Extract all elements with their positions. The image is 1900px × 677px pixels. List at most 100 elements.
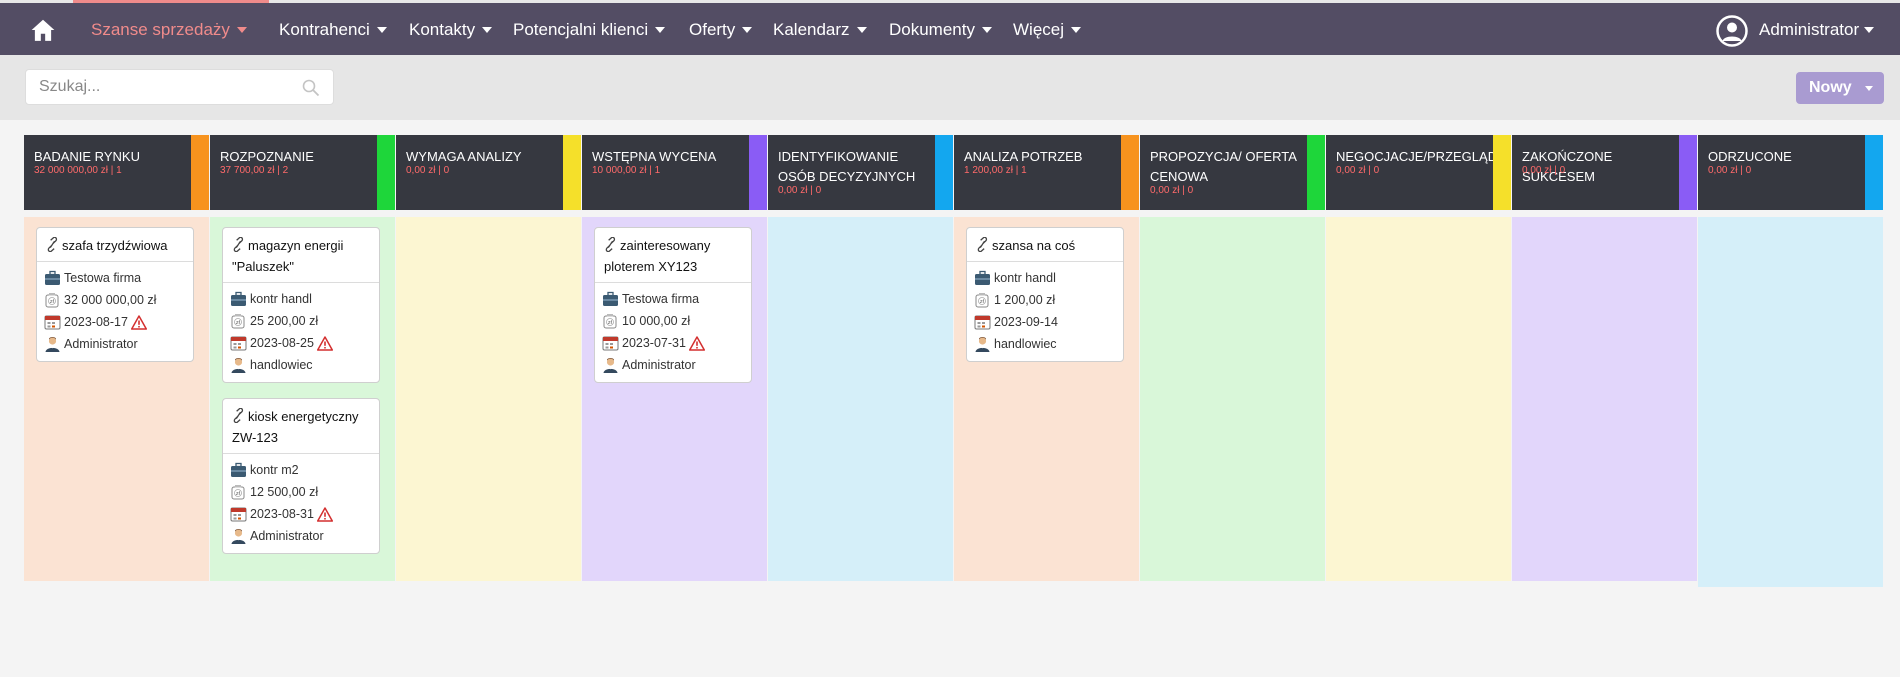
column-header[interactable]: WSTĘPNA WYCENA 10 000,00 zł | 1 bbox=[582, 135, 767, 210]
column-title: BADANIE RYNKU bbox=[34, 149, 140, 164]
svg-text:zł: zł bbox=[50, 299, 55, 305]
card-amount: 25 200,00 zł bbox=[250, 314, 319, 328]
card-amount: 12 500,00 zł bbox=[250, 485, 319, 499]
column-header[interactable]: NEGOCJACJE/PRZEGLĄD 0,00 zł | 0 bbox=[1326, 135, 1511, 210]
card-title-text: zainteresowany ploterem XY123 bbox=[604, 238, 711, 274]
card-title[interactable]: szafa trzydźwiowa bbox=[37, 228, 193, 262]
money-bag-icon: zł bbox=[230, 484, 247, 500]
active-tab-indicator bbox=[73, 0, 269, 3]
column-header[interactable]: ROZPOZNANIE 37 700,00 zł | 2 bbox=[210, 135, 395, 210]
nav-item-contacts[interactable]: Kontakty bbox=[409, 20, 493, 40]
calendar-icon bbox=[602, 335, 619, 351]
column-body bbox=[1512, 217, 1697, 581]
user-menu[interactable]: Administrator bbox=[1759, 20, 1875, 40]
card-owner-row: handlowiec bbox=[974, 333, 1117, 355]
column-title: WYMAGA ANALIZY bbox=[406, 149, 522, 164]
user-avatar-icon[interactable] bbox=[1716, 15, 1748, 47]
card-owner: handlowiec bbox=[250, 358, 313, 372]
card-amount: 32 000 000,00 zł bbox=[64, 293, 157, 307]
nav-item-calendar[interactable]: Kalendarz bbox=[773, 20, 867, 40]
kanban-column: NEGOCJACJE/PRZEGLĄD 0,00 zł | 0 bbox=[1326, 135, 1511, 581]
card-title[interactable]: zainteresowany ploterem XY123 bbox=[595, 228, 751, 283]
column-header[interactable]: BADANIE RYNKU 32 000 000,00 zł | 1 bbox=[24, 135, 209, 210]
card-date-row: 2023-08-25 bbox=[230, 332, 373, 354]
svg-text:zł: zł bbox=[236, 491, 241, 497]
card-title[interactable]: szansa na coś bbox=[967, 228, 1123, 262]
card-title[interactable]: magazyn energii "Paluszek" bbox=[223, 228, 379, 283]
money-bag-icon: zł bbox=[602, 313, 619, 329]
card-company: Testowa firma bbox=[64, 271, 142, 285]
company-icon bbox=[974, 270, 991, 286]
nav-item-sales-opportunities[interactable]: Szanse sprzedaży bbox=[91, 20, 247, 40]
card-owner-row: Administrator bbox=[44, 333, 187, 355]
opportunity-card[interactable]: kiosk energetyczny ZW-123 kontr m2 zł 12 50… bbox=[222, 398, 380, 554]
nav-item-contractors[interactable]: Kontrahenci bbox=[279, 20, 387, 40]
card-amount-row: zł 1 200,00 zł bbox=[974, 289, 1117, 311]
column-header[interactable]: WYMAGA ANALIZY 0,00 zł | 0 bbox=[396, 135, 581, 210]
column-body bbox=[768, 217, 953, 581]
column-body bbox=[1326, 217, 1511, 581]
card-owner: Administrator bbox=[64, 337, 138, 351]
card-amount: 10 000,00 zł bbox=[622, 314, 691, 328]
column-summary: 0,00 zł | 0 bbox=[1150, 185, 1194, 196]
column-header[interactable]: IDENTYFIKOWANIE OSÓB DECYZYJNYCH 0,00 zł … bbox=[768, 135, 953, 210]
search-input[interactable] bbox=[26, 70, 276, 104]
chevron-down-icon bbox=[236, 26, 247, 33]
column-body: zainteresowany ploterem XY123 Testowa fir… bbox=[582, 217, 767, 581]
nav-item-more[interactable]: Więcej bbox=[1013, 20, 1082, 40]
new-button[interactable]: Nowy bbox=[1796, 72, 1884, 104]
chevron-down-icon bbox=[1865, 86, 1873, 91]
user-icon bbox=[602, 357, 619, 373]
card-amount-row: zł 25 200,00 zł bbox=[230, 310, 373, 332]
warning-icon bbox=[130, 314, 148, 330]
money-bag-icon: zł bbox=[974, 292, 991, 308]
card-company: kontr handl bbox=[250, 292, 312, 306]
home-icon[interactable] bbox=[30, 17, 56, 43]
company-icon bbox=[602, 291, 619, 307]
card-details: kontr handl zł 1 200,00 zł 2023-09-14 handlo… bbox=[967, 262, 1123, 361]
card-date-row: 2023-08-17 bbox=[44, 311, 187, 333]
company-icon bbox=[230, 462, 247, 478]
card-date-row: 2023-09-14 bbox=[974, 311, 1117, 333]
column-header[interactable]: PROPOZYCJA/ OFERTA CENOWA 0,00 zł | 0 bbox=[1140, 135, 1325, 210]
user-icon bbox=[230, 528, 247, 544]
column-color-stripe bbox=[1493, 135, 1511, 210]
kanban-column: BADANIE RYNKU 32 000 000,00 zł | 1 szafa t… bbox=[24, 135, 209, 581]
opportunity-card[interactable]: zainteresowany ploterem XY123 Testowa fir… bbox=[594, 227, 752, 383]
nav-item-documents[interactable]: Dokumenty bbox=[889, 20, 992, 40]
card-owner-row: Administrator bbox=[230, 525, 373, 547]
chevron-down-icon bbox=[856, 26, 867, 33]
card-company: kontr handl bbox=[994, 271, 1056, 285]
column-color-stripe bbox=[563, 135, 581, 210]
opportunity-card[interactable]: magazyn energii "Paluszek" kontr handl zł 2… bbox=[222, 227, 380, 383]
card-details: Testowa firma zł 32 000 000,00 zł 2023-08-1… bbox=[37, 262, 193, 361]
search-icon[interactable] bbox=[301, 78, 321, 98]
nav-item-offers[interactable]: Oferty bbox=[689, 20, 753, 40]
column-body bbox=[396, 217, 581, 581]
kanban-column: PROPOZYCJA/ OFERTA CENOWA 0,00 zł | 0 bbox=[1140, 135, 1325, 581]
column-color-stripe bbox=[1865, 135, 1883, 210]
card-details: kontr m2 zł 12 500,00 zł 2023-08-31 Administ… bbox=[223, 454, 379, 553]
svg-text:zł: zł bbox=[236, 320, 241, 326]
column-header[interactable]: ANALIZA POTRZEB 1 200,00 zł | 1 bbox=[954, 135, 1139, 210]
kanban-column: ANALIZA POTRZEB 1 200,00 zł | 1 szansa na … bbox=[954, 135, 1139, 581]
card-date: 2023-09-14 bbox=[994, 315, 1058, 329]
link-icon bbox=[46, 236, 59, 253]
column-summary: 0,00 zł | 0 bbox=[1336, 165, 1380, 176]
warning-icon bbox=[316, 335, 334, 351]
search-box bbox=[25, 69, 334, 105]
opportunity-card[interactable]: szafa trzydźwiowa Testowa firma zł 32 000 0… bbox=[36, 227, 194, 362]
column-header[interactable]: ODRZUCONE 0,00 zł | 0 bbox=[1698, 135, 1883, 210]
card-owner-row: Administrator bbox=[602, 354, 745, 376]
column-header[interactable]: ZAKOŃCZONE SUKCESEM 0,00 zł | 0 bbox=[1512, 135, 1697, 210]
card-title[interactable]: kiosk energetyczny ZW-123 bbox=[223, 399, 379, 454]
user-icon bbox=[230, 357, 247, 373]
svg-text:zł: zł bbox=[608, 320, 613, 326]
card-title-text: szafa trzydźwiowa bbox=[62, 238, 168, 253]
opportunity-card[interactable]: szansa na coś kontr handl zł 1 200,00 zł 202… bbox=[966, 227, 1124, 362]
column-summary: 32 000 000,00 zł | 1 bbox=[34, 165, 122, 176]
nav-item-leads[interactable]: Potencjalni klienci bbox=[513, 20, 666, 40]
card-date-row: 2023-08-31 bbox=[230, 503, 373, 525]
column-title: ODRZUCONE bbox=[1708, 149, 1792, 164]
card-owner: Administrator bbox=[622, 358, 696, 372]
